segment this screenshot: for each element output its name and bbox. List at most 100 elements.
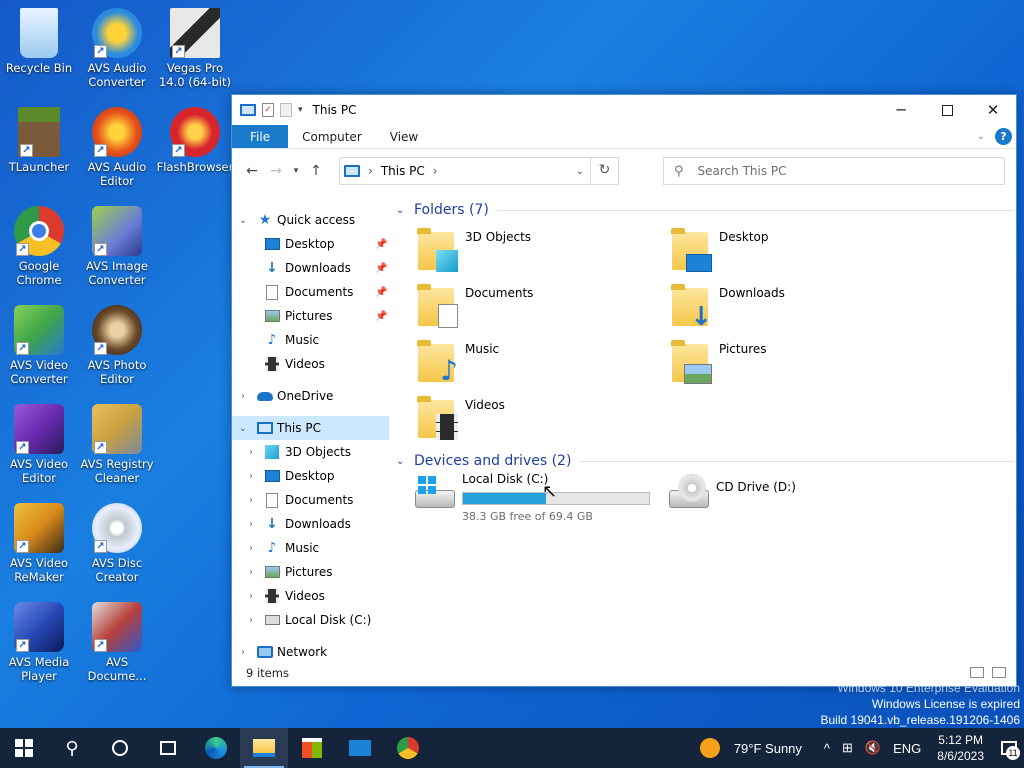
drive-local-disk-c[interactable]: Local Disk (C:) 38.3 GB free of 69.4 GB — [412, 472, 652, 524]
breadcrumb-separator-icon[interactable]: › — [433, 164, 438, 178]
tab-computer[interactable]: Computer — [288, 125, 376, 148]
chevron-down-icon[interactable]: ⌄ — [237, 423, 249, 434]
taskbar-mail[interactable] — [336, 728, 384, 768]
chevron-right-icon[interactable]: › — [245, 591, 257, 602]
desktop-icon-avs-audio-editor[interactable]: ↗ AVS Audio Editor — [78, 107, 156, 188]
back-button[interactable]: ← — [240, 163, 264, 179]
chevron-right-icon[interactable]: › — [237, 391, 249, 402]
desktop-icon-avs-video-editor[interactable]: ↗ AVS Video Editor — [0, 404, 78, 485]
help-icon[interactable]: ? — [995, 128, 1012, 145]
desktop-icon-flashbrowser[interactable]: ↗ FlashBrowser — [156, 107, 234, 174]
taskbar-store[interactable] — [288, 728, 336, 768]
taskbar-file-explorer[interactable] — [240, 728, 288, 768]
nav-pc-desktop[interactable]: › Desktop — [232, 464, 389, 488]
nav-this-pc[interactable]: ⌄ This PC — [232, 416, 389, 440]
search-button[interactable]: ⚲ — [48, 728, 96, 768]
search-input[interactable]: ⚲ Search This PC — [663, 157, 1005, 185]
refresh-button[interactable]: ↻ — [590, 157, 618, 185]
nav-pc-music[interactable]: › ♪ Music — [232, 536, 389, 560]
start-button[interactable] — [0, 728, 48, 768]
nav-pc-videos[interactable]: › Videos — [232, 584, 389, 608]
nav-quick-access[interactable]: ⌄ ★ Quick access — [232, 208, 389, 232]
chevron-right-icon[interactable]: › — [237, 647, 249, 658]
new-folder-icon[interactable] — [280, 103, 292, 117]
close-button[interactable]: ✕ — [970, 95, 1016, 125]
volume-muted-icon[interactable]: 🔇 — [865, 740, 881, 756]
desktop-icon-avs-registry-cleaner[interactable]: ↗ AVS Registry Cleaner — [78, 404, 156, 485]
folder-desktop[interactable]: Desktop — [669, 228, 909, 280]
forward-button[interactable]: → — [264, 163, 288, 179]
address-bar[interactable]: › This PC › ⌄ ↻ — [339, 157, 619, 185]
network-tray-icon[interactable]: ⊞ — [842, 740, 853, 756]
pin-icon[interactable]: 📌 — [375, 239, 387, 250]
chevron-right-icon[interactable]: › — [245, 615, 257, 626]
taskbar-edge[interactable] — [192, 728, 240, 768]
nav-quick-pictures[interactable]: Pictures 📌 — [232, 304, 389, 328]
folder-videos[interactable]: Videos — [415, 396, 655, 448]
desktop-icon-vegas-pro[interactable]: ↗ Vegas Pro 14.0 (64-bit) — [156, 8, 234, 89]
chevron-down-icon[interactable]: ⌄ — [396, 456, 412, 467]
desktop-icon-avs-disc-creator[interactable]: ↗ AVS Disc Creator — [78, 503, 156, 584]
chevron-right-icon[interactable]: › — [245, 543, 257, 554]
pin-icon[interactable]: 📌 — [375, 287, 387, 298]
tab-view[interactable]: View — [376, 125, 432, 148]
folder-3d-objects[interactable]: 3D Objects — [415, 228, 655, 280]
nav-quick-videos[interactable]: Videos — [232, 352, 389, 376]
breadcrumb-this-pc[interactable]: This PC — [381, 164, 425, 178]
nav-quick-music[interactable]: ♪ Music — [232, 328, 389, 352]
desktop-icon-avs-audio-converter[interactable]: ↗ AVS Audio Converter — [78, 8, 156, 89]
task-view-button[interactable] — [144, 728, 192, 768]
address-dropdown-icon[interactable]: ⌄ — [576, 166, 584, 177]
chevron-down-icon[interactable]: ⌄ — [396, 205, 412, 216]
language-indicator[interactable]: ENG — [893, 741, 921, 756]
drive-cd-d[interactable]: CD Drive (D:) — [666, 472, 906, 524]
expand-ribbon-chevron-icon[interactable]: ⌄ — [977, 131, 985, 142]
pin-icon[interactable]: 📌 — [375, 311, 387, 322]
nav-pc-3d-objects[interactable]: › 3D Objects — [232, 440, 389, 464]
clock[interactable]: 5:12 PM 8/6/2023 — [937, 732, 984, 764]
chevron-right-icon[interactable]: › — [245, 495, 257, 506]
weather-widget[interactable]: 79°F Sunny — [734, 741, 802, 756]
properties-icon[interactable]: ✓ — [262, 103, 274, 117]
desktop-icon-tlauncher[interactable]: ↗ TLauncher — [0, 107, 78, 174]
desktop-icon-avs-video-remaker[interactable]: ↗ AVS Video ReMaker — [0, 503, 78, 584]
folder-pictures[interactable]: Pictures — [669, 340, 909, 392]
nav-quick-downloads[interactable]: ↓ Downloads 📌 — [232, 256, 389, 280]
nav-pc-pictures[interactable]: › Pictures — [232, 560, 389, 584]
details-view-icon[interactable] — [970, 667, 984, 678]
taskbar-chrome[interactable] — [384, 728, 432, 768]
pin-icon[interactable]: 📌 — [375, 263, 387, 274]
nav-onedrive[interactable]: › OneDrive — [232, 384, 389, 408]
folder-music[interactable]: ♪ Music — [415, 340, 655, 392]
desktop-icon-avs-media-player[interactable]: ↗ AVS Media Player — [0, 602, 78, 683]
chevron-right-icon[interactable]: › — [245, 519, 257, 530]
show-hidden-icons-chevron-icon[interactable]: ^ — [824, 741, 830, 756]
customize-toolbar-chevron-icon[interactable]: ▾ — [298, 105, 303, 115]
nav-pc-local-disk[interactable]: › Local Disk (C:) — [232, 608, 389, 632]
nav-pc-downloads[interactable]: › ↓ Downloads — [232, 512, 389, 536]
minimize-button[interactable]: ─ — [878, 95, 924, 125]
desktop-icon-avs-document-converter[interactable]: ↗ AVS Docume... — [78, 602, 156, 683]
folders-group-header[interactable]: ⌄ Folders (7) — [396, 200, 1014, 220]
desktop-icon-avs-video-converter[interactable]: ↗ AVS Video Converter — [0, 305, 78, 386]
chevron-right-icon[interactable]: › — [245, 447, 257, 458]
chevron-down-icon[interactable]: ⌄ — [237, 215, 249, 226]
title-bar[interactable]: ✓ ▾ This PC ─ ✕ — [232, 95, 1016, 125]
folder-downloads[interactable]: ↓ Downloads — [669, 284, 909, 336]
chevron-right-icon[interactable]: › — [245, 567, 257, 578]
drives-group-header[interactable]: ⌄ Devices and drives (2) — [396, 451, 1014, 471]
nav-pc-documents[interactable]: › Documents — [232, 488, 389, 512]
action-center-button[interactable]: 11 — [994, 728, 1024, 768]
maximize-button[interactable] — [924, 95, 970, 125]
chevron-right-icon[interactable]: › — [245, 471, 257, 482]
desktop-icon-recycle-bin[interactable]: Recycle Bin — [0, 8, 78, 75]
up-button[interactable]: ↑ — [304, 163, 328, 179]
desktop-icon-google-chrome[interactable]: ↗ Google Chrome — [0, 206, 78, 287]
cortana-button[interactable] — [96, 728, 144, 768]
desktop-icon-avs-photo-editor[interactable]: ↗ AVS Photo Editor — [78, 305, 156, 386]
folder-documents[interactable]: Documents — [415, 284, 655, 336]
desktop-icon-avs-image-converter[interactable]: ↗ AVS Image Converter — [78, 206, 156, 287]
recent-locations-button[interactable]: ▾ — [288, 166, 304, 176]
nav-quick-desktop[interactable]: Desktop 📌 — [232, 232, 389, 256]
nav-quick-documents[interactable]: Documents 📌 — [232, 280, 389, 304]
